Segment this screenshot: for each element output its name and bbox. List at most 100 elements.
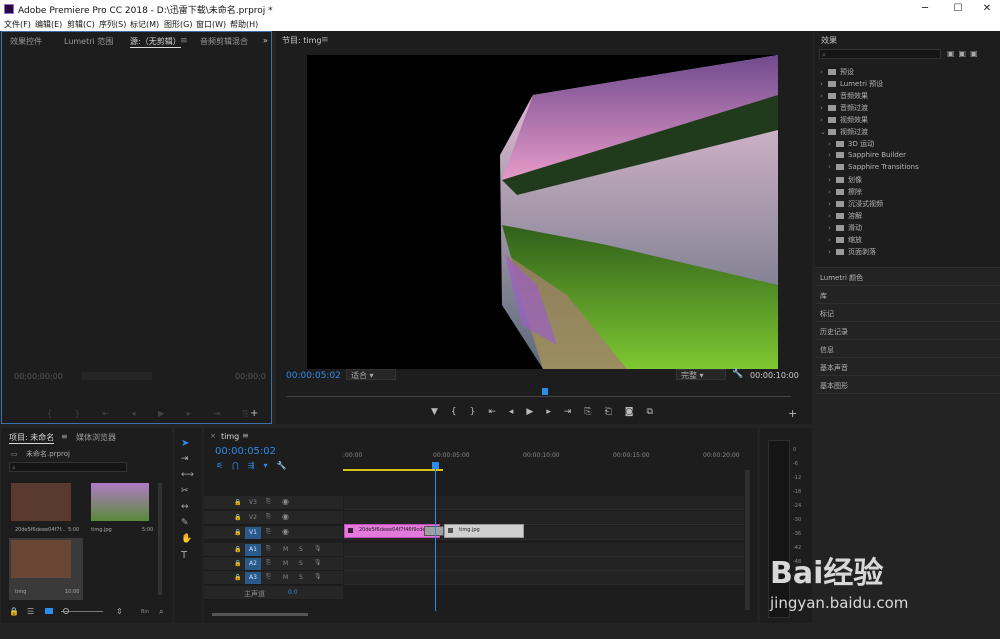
effects-item-2[interactable]: › 音频效果	[820, 91, 868, 101]
chevron-right-icon[interactable]: ›	[828, 236, 836, 244]
chevron-down-icon[interactable]: ⌄	[820, 128, 828, 136]
effects-item-1[interactable]: › Lumetri 预设	[820, 79, 883, 89]
chevron-right-icon[interactable]: ›	[828, 224, 836, 232]
effects-item-11[interactable]: › 沉浸式视频	[828, 199, 883, 209]
menu-help[interactable]: 帮助(H)	[230, 19, 258, 30]
effects-item-8[interactable]: › Sapphire Transitions	[828, 163, 919, 171]
mute-button[interactable]: M	[283, 546, 288, 553]
timeline-playhead[interactable]	[432, 462, 439, 469]
eye-icon[interactable]: ◉	[282, 527, 289, 536]
effects-search-input[interactable]: ⌕	[819, 49, 941, 59]
sync-lock-icon[interactable]: ⎘	[266, 528, 271, 536]
sync-lock-icon[interactable]: ⎘	[266, 545, 271, 553]
tab-lumetri-scopes[interactable]: Lumetri 范围	[64, 36, 113, 47]
effects-item-13[interactable]: › 滑动	[828, 223, 862, 233]
pen-tool-icon[interactable]: ✎	[181, 518, 189, 528]
list-view-icon[interactable]: ☰	[27, 607, 34, 616]
selection-tool-icon[interactable]: ➤	[181, 438, 189, 449]
lock-icon[interactable]: 🔒	[234, 574, 241, 581]
menu-icon[interactable]: ≡	[180, 36, 188, 46]
track-label[interactable]: V2	[245, 512, 261, 524]
effects-item-12[interactable]: › 溶解	[828, 211, 862, 221]
chevron-right-icon[interactable]: ›	[828, 151, 836, 159]
project-item-3-card[interactable]: timg 10:00	[9, 538, 83, 600]
effects-item-0[interactable]: › 预设	[820, 67, 854, 77]
maximize-button[interactable]: ☐	[943, 0, 973, 18]
lock-icon[interactable]: 🔒	[234, 560, 241, 567]
program-playhead[interactable]	[542, 388, 548, 395]
lock-icon[interactable]: 🔒	[234, 529, 241, 536]
project-thumbnail-2[interactable]	[91, 483, 149, 521]
eye-icon[interactable]: ◉	[282, 512, 289, 521]
more-tabs-icon[interactable]: »	[263, 36, 268, 45]
solo-button[interactable]: S	[299, 574, 303, 581]
slip-tool-icon[interactable]: ↔	[181, 502, 189, 512]
program-menu-icon[interactable]: ≡	[321, 35, 329, 45]
menu-sequence[interactable]: 序列(S)	[99, 19, 126, 30]
panel-tab-4[interactable]: 信息	[820, 345, 834, 355]
effects-filter-icons[interactable]: ▣▣▣	[947, 49, 982, 58]
chevron-right-icon[interactable]: ›	[828, 200, 836, 208]
panel-tab-2[interactable]: 标记	[820, 309, 834, 319]
lock-icon[interactable]: 🔒	[234, 514, 241, 521]
chevron-right-icon[interactable]: ›	[820, 68, 828, 76]
close-button[interactable]: ✕	[972, 0, 1000, 18]
effects-item-6[interactable]: › 3D 运动	[828, 139, 874, 149]
sync-lock-icon[interactable]: ⎘	[266, 559, 271, 567]
menu-clip[interactable]: 剪辑(C)	[67, 19, 95, 30]
timeline-ruler[interactable]: :00:00 00:00:05:00 00:00:10:00 00:00:15:00 0…	[343, 452, 757, 468]
effects-item-10[interactable]: › 擦除	[828, 187, 862, 197]
zoom-handle[interactable]	[63, 608, 69, 614]
timeline-v-scrollbar[interactable]	[745, 470, 750, 610]
transition-marker[interactable]	[424, 526, 444, 536]
mute-button[interactable]: M	[283, 560, 288, 567]
tab-project[interactable]: 项目: 未命名	[9, 432, 55, 444]
effects-item-15[interactable]: › 页面剥落	[828, 247, 876, 257]
program-scrub-bar[interactable]	[286, 396, 791, 397]
chevron-right-icon[interactable]: ›	[828, 248, 836, 256]
track-select-tool-icon[interactable]: ⇥	[181, 454, 189, 464]
fit-dropdown[interactable]: 适合 ▾	[346, 369, 396, 380]
panel-tab-1[interactable]: 库	[820, 291, 827, 301]
track-label[interactable]: A3	[245, 572, 261, 584]
timeline-tab[interactable]: timg	[221, 432, 239, 441]
razor-tool-icon[interactable]: ✂	[181, 486, 189, 496]
hand-tool-icon[interactable]: ✋	[181, 534, 192, 544]
clip-video-2[interactable]: timg.jpg	[444, 524, 524, 538]
chevron-right-icon[interactable]: ›	[820, 104, 828, 112]
panel-tab-6[interactable]: 基本图形	[820, 381, 848, 391]
timeline-menu-icon[interactable]: ≡	[242, 431, 249, 440]
icon-view-icon[interactable]	[45, 608, 53, 614]
chevron-right-icon[interactable]: ›	[820, 116, 828, 124]
menu-edit[interactable]: 编辑(E)	[35, 19, 62, 30]
timeline-tool-icons[interactable]: ⚟⋂⇶▾🔧	[216, 461, 295, 470]
panel-tab-3[interactable]: 历史记录	[820, 327, 848, 337]
timeline-close-icon[interactable]: ×	[210, 432, 216, 440]
effects-item-9[interactable]: › 划像	[828, 175, 862, 185]
track-lane[interactable]	[344, 511, 744, 525]
chevron-right-icon[interactable]: ›	[828, 188, 836, 196]
lock-icon[interactable]: 🔒	[9, 607, 19, 616]
sync-lock-icon[interactable]: ⎘	[266, 498, 271, 506]
eye-icon[interactable]: ◉	[282, 497, 289, 506]
source-zoom[interactable]	[82, 372, 152, 380]
program-transport[interactable]: ▼{}⇤◂▶▸⇥⎘⎗◙⧉	[431, 407, 666, 417]
minimize-button[interactable]: ─	[910, 0, 940, 18]
quality-dropdown[interactable]: 完整 ▾	[676, 369, 726, 380]
effects-item-5[interactable]: ⌄ 视频过渡	[820, 127, 868, 137]
project-menu-icon[interactable]: ≡	[61, 432, 68, 441]
menu-file[interactable]: 文件(F)	[4, 19, 31, 30]
track-label[interactable]: V3	[245, 497, 261, 509]
sync-lock-icon[interactable]: ⎘	[266, 573, 271, 581]
microphone-icon[interactable]: 🎙	[314, 573, 322, 580]
panel-tab-5[interactable]: 基本声音	[820, 363, 848, 373]
chevron-right-icon[interactable]: ›	[820, 92, 828, 100]
chevron-right-icon[interactable]: ›	[828, 212, 836, 220]
track-lane[interactable]	[344, 557, 744, 571]
project-scrollbar[interactable]	[158, 483, 162, 595]
track-lane[interactable]	[344, 571, 744, 585]
solo-button[interactable]: S	[299, 546, 303, 553]
track-lane[interactable]	[344, 496, 744, 510]
chevron-right-icon[interactable]: ›	[828, 163, 836, 171]
chevron-right-icon[interactable]: ›	[820, 80, 828, 88]
